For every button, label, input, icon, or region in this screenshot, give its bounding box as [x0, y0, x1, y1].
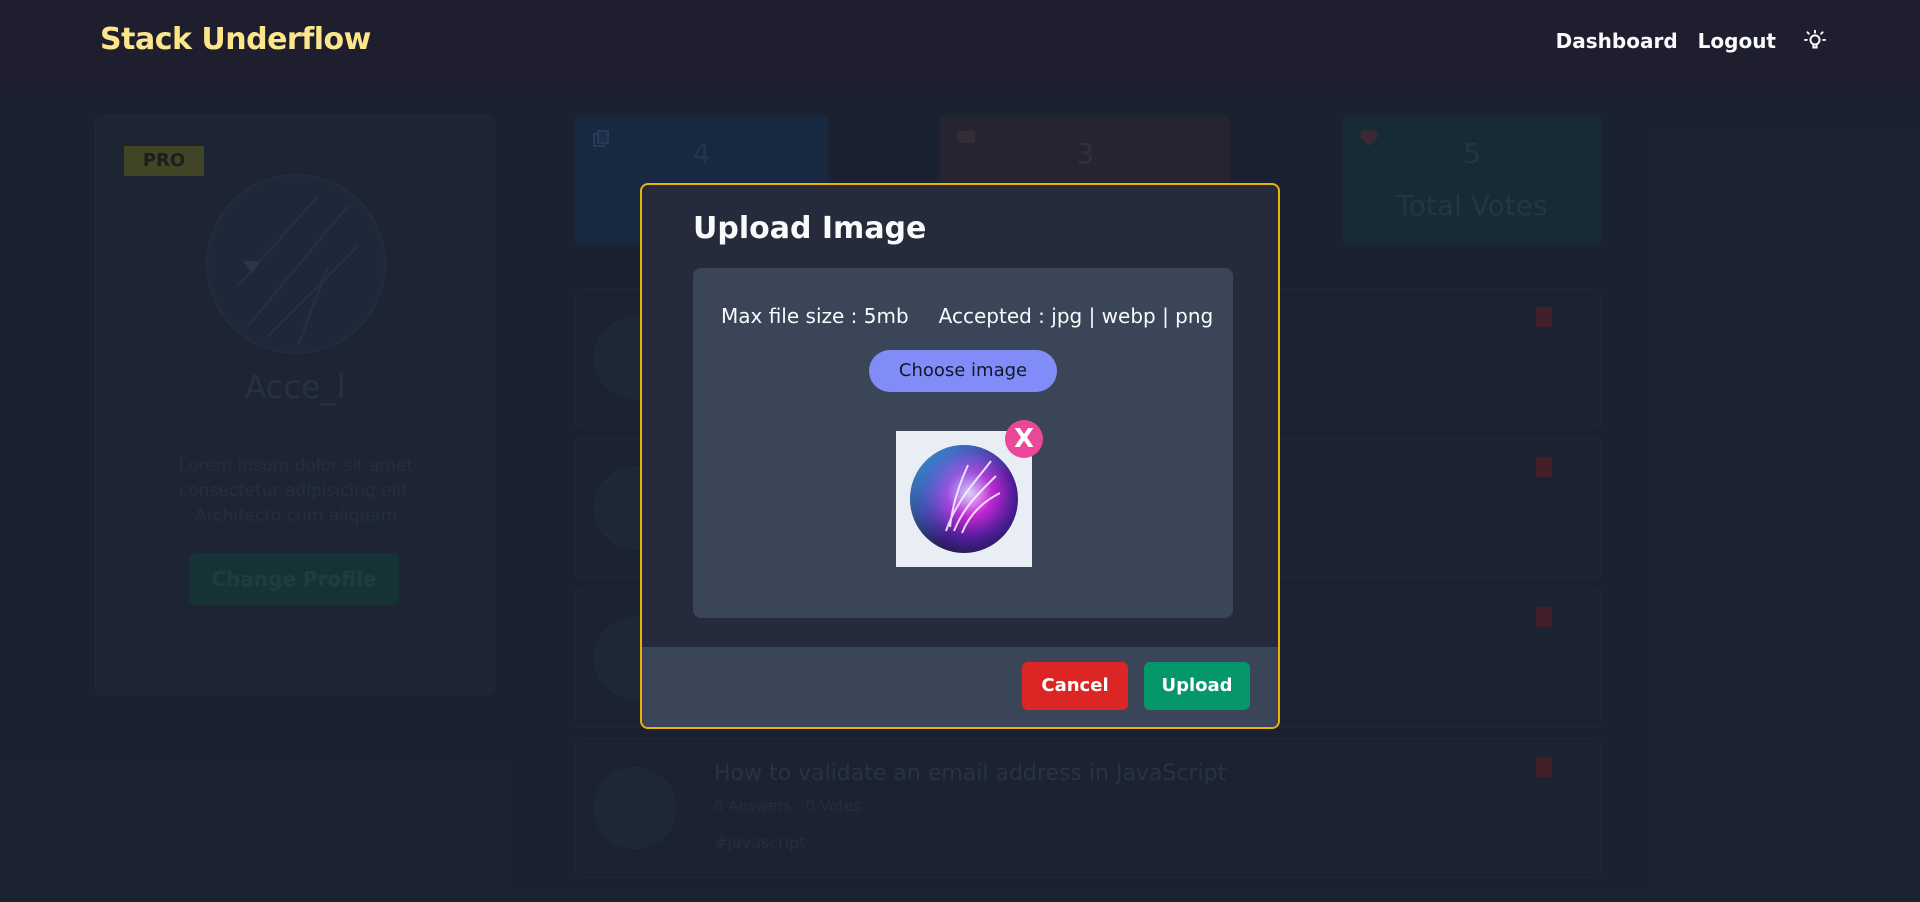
- choose-image-button[interactable]: Choose image: [869, 350, 1057, 392]
- lightbulb-icon[interactable]: [1800, 26, 1830, 56]
- max-file-size-text: Max file size : 5mb: [721, 304, 909, 328]
- brand-logo[interactable]: Stack Underflow: [100, 22, 371, 57]
- modal-footer: Cancel Upload: [642, 647, 1278, 727]
- navbar: Stack Underflow Dashboard Logout: [0, 0, 1920, 93]
- upload-info: Max file size : 5mb Accepted : jpg | webp…: [721, 304, 1213, 328]
- nav-links: Dashboard Logout: [1556, 26, 1830, 56]
- upload-image-modal: Upload Image Max file size : 5mb Accepted…: [640, 183, 1280, 729]
- accepted-formats-text: Accepted : jpg | webp | png: [938, 304, 1214, 328]
- remove-image-button[interactable]: X: [1005, 420, 1043, 458]
- upload-button[interactable]: Upload: [1144, 662, 1250, 710]
- nav-dashboard-link[interactable]: Dashboard: [1556, 29, 1678, 53]
- nav-logout-link[interactable]: Logout: [1698, 29, 1776, 53]
- upload-area: Max file size : 5mb Accepted : jpg | webp…: [693, 268, 1233, 618]
- modal-title: Upload Image: [693, 211, 927, 246]
- cancel-button[interactable]: Cancel: [1022, 662, 1128, 710]
